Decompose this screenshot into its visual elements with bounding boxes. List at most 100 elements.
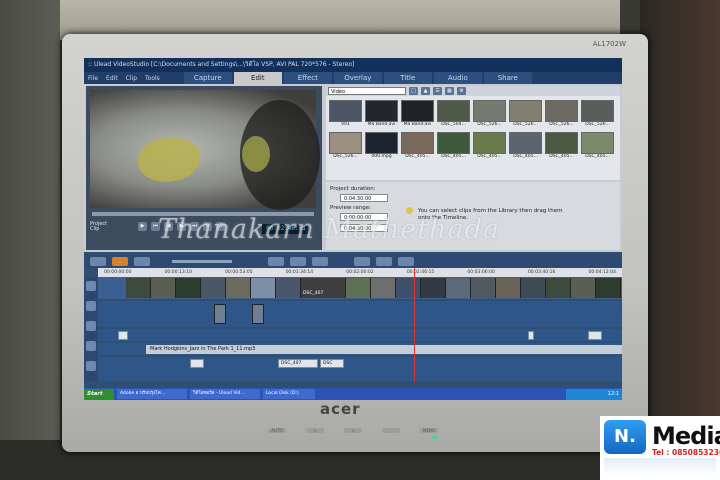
monitor-right-button[interactable]: > bbox=[344, 428, 362, 433]
menu-edit[interactable]: Edit bbox=[102, 75, 122, 82]
project-duration-label: Project duration: bbox=[330, 186, 376, 192]
library-clip[interactable]: Ma Band.avi bbox=[365, 100, 398, 128]
tab-overlay[interactable]: Overlay bbox=[333, 72, 382, 84]
tab-audio[interactable]: Audio bbox=[433, 72, 482, 84]
menu-clip[interactable]: Clip bbox=[122, 75, 141, 82]
storyboard-view-button[interactable] bbox=[90, 256, 106, 266]
title-clip[interactable] bbox=[528, 331, 534, 340]
playhead[interactable] bbox=[414, 268, 415, 381]
library-clip[interactable]: DSC_526... bbox=[581, 100, 614, 128]
menu-tools[interactable]: Tools bbox=[141, 75, 164, 82]
video-clip[interactable] bbox=[371, 278, 396, 298]
music-clip[interactable]: Mark Hodgkins_Jazz in The Park 1_11.mp3 bbox=[146, 345, 622, 354]
overlay-track-icon[interactable] bbox=[86, 301, 96, 311]
video-clip[interactable] bbox=[176, 278, 201, 298]
monitor-left-button[interactable]: < bbox=[306, 428, 324, 433]
clip-name: DSC_405... bbox=[585, 154, 610, 159]
timeline-view-button[interactable] bbox=[112, 256, 128, 266]
project-duration-field[interactable]: 0:04:30:00 bbox=[340, 194, 388, 202]
video-clip[interactable] bbox=[396, 278, 421, 298]
clip-name: DSC_526... bbox=[333, 154, 358, 159]
title-clip[interactable] bbox=[118, 331, 128, 340]
library-clip[interactable]: DSC_405... bbox=[473, 132, 506, 160]
taskbar-item[interactable]: Adobe อ ปรับปรุงโค... bbox=[117, 389, 187, 399]
library-clip[interactable]: DSC_405... bbox=[401, 132, 434, 160]
library-clip[interactable]: DSC_526... bbox=[545, 100, 578, 128]
audio-clip[interactable] bbox=[190, 359, 204, 368]
tab-edit[interactable]: Edit bbox=[233, 72, 282, 84]
import-icon[interactable]: ▲ bbox=[421, 87, 430, 95]
video-clip[interactable] bbox=[471, 278, 496, 298]
library-clip[interactable]: DSC_405... bbox=[545, 132, 578, 160]
library-clip[interactable]: DSC_504... bbox=[437, 100, 470, 128]
sort-icon[interactable]: ☰ bbox=[433, 87, 442, 95]
tab-title[interactable]: Title bbox=[383, 72, 432, 84]
video-clip[interactable] bbox=[596, 278, 621, 298]
zoom-slider[interactable] bbox=[172, 259, 232, 263]
tab-share[interactable]: Share bbox=[483, 72, 532, 84]
music-track-icon[interactable] bbox=[86, 361, 96, 371]
title-track-icon[interactable] bbox=[86, 321, 96, 331]
options-icon[interactable]: ⚙ bbox=[457, 87, 466, 95]
library-clip[interactable]: DSC_405... bbox=[509, 132, 542, 160]
library-clip[interactable]: DSC_405... bbox=[581, 132, 614, 160]
video-clip[interactable]: DSC_407 bbox=[301, 278, 346, 298]
library-clip[interactable]: DSC_405... bbox=[437, 132, 470, 160]
mix-audio-button[interactable] bbox=[376, 256, 392, 266]
video-clip[interactable] bbox=[151, 278, 176, 298]
overlay-clip[interactable] bbox=[252, 304, 264, 324]
track-manager-button[interactable] bbox=[398, 256, 414, 266]
smart-proxy-button[interactable] bbox=[354, 256, 370, 266]
clip-name: 000.mpg bbox=[371, 154, 392, 159]
audio-view-button[interactable] bbox=[134, 256, 150, 266]
taskbar-item[interactable]: Local Disk (D:) bbox=[263, 389, 315, 399]
taskbar-item[interactable]: วิดีโอซอร์ส - Ulead Vid... bbox=[190, 389, 260, 399]
timeline-ruler[interactable]: 00:00:00:00 00:00:13:10 00:00:53:05 00:01:3… bbox=[98, 268, 622, 277]
video-clip[interactable] bbox=[226, 278, 251, 298]
start-button[interactable]: Start bbox=[84, 388, 114, 400]
title-track[interactable] bbox=[98, 329, 622, 341]
video-clip[interactable] bbox=[421, 278, 446, 298]
video-track[interactable]: DSC_407 bbox=[98, 277, 622, 299]
video-clip[interactable] bbox=[496, 278, 521, 298]
library-clip[interactable]: V01 bbox=[329, 100, 362, 128]
overlay-track[interactable] bbox=[98, 301, 622, 327]
tab-capture[interactable]: Capture bbox=[183, 72, 232, 84]
voice-track-icon[interactable] bbox=[86, 341, 96, 351]
monitor-power-button[interactable] bbox=[382, 428, 400, 433]
monitor-menu-button[interactable]: MENU bbox=[420, 428, 438, 433]
library-clip[interactable]: DSC_526... bbox=[329, 132, 362, 160]
video-track-icon[interactable] bbox=[86, 281, 96, 291]
view-icon[interactable]: ▦ bbox=[445, 87, 454, 95]
redo-button[interactable] bbox=[312, 256, 328, 266]
video-clip[interactable] bbox=[126, 278, 151, 298]
video-clip[interactable] bbox=[546, 278, 571, 298]
overlay-clip[interactable] bbox=[214, 304, 226, 324]
audio-clip[interactable]: DSC_407 bbox=[278, 359, 318, 368]
monitor-auto-button[interactable]: AUTO bbox=[268, 428, 286, 433]
project-clip-toggle[interactable]: Project Clip bbox=[90, 222, 107, 232]
music-track[interactable]: DSC_407 DSC bbox=[98, 357, 622, 381]
video-clip[interactable] bbox=[251, 278, 276, 298]
library-clip[interactable]: 000.mpg bbox=[365, 132, 398, 160]
track-icons bbox=[84, 277, 98, 381]
undo-button[interactable] bbox=[290, 256, 306, 266]
play-icon[interactable]: ▶ bbox=[138, 222, 147, 231]
fit-project-button[interactable] bbox=[268, 256, 284, 266]
video-clip[interactable] bbox=[201, 278, 226, 298]
title-clip[interactable] bbox=[588, 331, 602, 340]
video-clip[interactable] bbox=[346, 278, 371, 298]
library-clip[interactable]: DSC_526... bbox=[509, 100, 542, 128]
video-clip[interactable] bbox=[521, 278, 546, 298]
folder-icon[interactable]: □ bbox=[409, 87, 418, 95]
audio-clip[interactable]: DSC bbox=[320, 359, 344, 368]
video-clip[interactable] bbox=[571, 278, 596, 298]
video-clip[interactable] bbox=[446, 278, 471, 298]
voice-track[interactable]: Mark Hodgkins_Jazz in The Park 1_11.mp3 bbox=[98, 343, 622, 355]
library-clip[interactable]: Ma Band.avi bbox=[401, 100, 434, 128]
video-clip[interactable] bbox=[276, 278, 301, 298]
library-category-select[interactable]: Video bbox=[328, 87, 406, 95]
menu-file[interactable]: File bbox=[84, 75, 102, 82]
library-clip[interactable]: DSC_526... bbox=[473, 100, 506, 128]
tab-effect[interactable]: Effect bbox=[283, 72, 332, 84]
